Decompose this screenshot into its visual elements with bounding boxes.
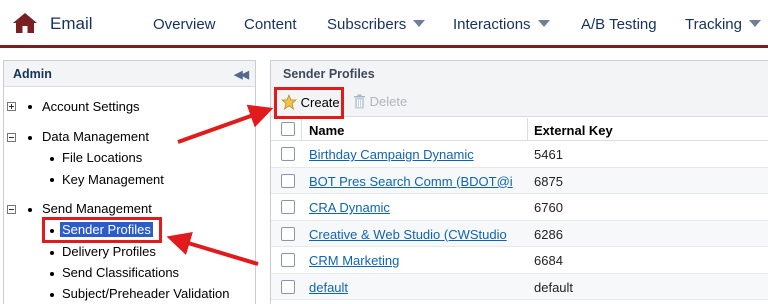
row-checkbox[interactable] bbox=[281, 173, 295, 188]
bullet-icon bbox=[50, 293, 54, 297]
tree-item-subject-preheader[interactable]: Subject/Preheader Validation bbox=[62, 286, 229, 301]
profile-name-link[interactable]: Birthday Campaign Dynamic bbox=[309, 147, 523, 162]
tree-item-file-locations[interactable]: File Locations bbox=[62, 150, 142, 165]
sender-profiles-panel: Sender Profiles Create Delete Name Exter… bbox=[270, 60, 768, 304]
bullet-icon bbox=[50, 157, 54, 161]
row-checkbox[interactable] bbox=[281, 279, 295, 294]
column-header-key[interactable]: External Key bbox=[534, 123, 613, 138]
table-row: Birthday Campaign Dynamic 5461 bbox=[271, 141, 768, 168]
nav-overview[interactable]: Overview bbox=[153, 16, 216, 33]
nav-label: Subscribers bbox=[327, 16, 407, 33]
profile-key: 5461 bbox=[534, 147, 563, 162]
page-title: Sender Profiles bbox=[283, 67, 375, 81]
nav-interactions[interactable]: Interactions bbox=[453, 16, 550, 33]
nav-label: Content bbox=[244, 16, 297, 33]
nav-label: A/B Testing bbox=[581, 16, 657, 33]
tree-item-send-management[interactable]: Send Management bbox=[42, 201, 152, 216]
profiles-table: Name External Key Birthday Campaign Dyna… bbox=[271, 118, 768, 300]
tree-item-data-management[interactable]: Data Management bbox=[42, 129, 149, 144]
profile-name-link[interactable]: CRA Dynamic bbox=[309, 200, 523, 215]
home-icon[interactable] bbox=[12, 12, 38, 34]
nav-label: Interactions bbox=[453, 16, 531, 33]
row-checkbox[interactable] bbox=[281, 226, 295, 241]
table-row: CRA Dynamic 6760 bbox=[271, 194, 768, 221]
table-row: default default bbox=[271, 273, 768, 300]
toolbar: Create Delete bbox=[271, 87, 768, 117]
delete-button[interactable]: Delete bbox=[353, 94, 407, 109]
nav-tracking[interactable]: Tracking bbox=[685, 16, 761, 33]
annotation-box-create bbox=[274, 87, 344, 119]
profile-name-link[interactable]: CRM Marketing bbox=[309, 253, 523, 268]
nav-label: Overview bbox=[153, 16, 216, 33]
chevron-down-icon bbox=[413, 20, 426, 27]
row-checkbox[interactable] bbox=[281, 200, 295, 214]
table-header: Name External Key bbox=[271, 118, 768, 141]
bullet-icon bbox=[50, 272, 54, 276]
table-row: BOT Pres Search Comm (BDOT@i 6875 bbox=[271, 167, 768, 194]
profile-key: default bbox=[534, 279, 574, 295]
tree-item-key-management[interactable]: Key Management bbox=[62, 172, 164, 187]
admin-panel-title: Admin bbox=[13, 67, 52, 81]
select-all-checkbox[interactable] bbox=[281, 122, 295, 136]
nav-label: Tracking bbox=[685, 16, 742, 33]
main-panel-header: Sender Profiles bbox=[271, 61, 768, 87]
nav-subscribers[interactable]: Subscribers bbox=[327, 16, 426, 33]
row-checkbox[interactable] bbox=[281, 147, 295, 161]
table-row: Creative & Web Studio (CWStudio 6286 bbox=[271, 220, 768, 247]
tree-item-send-classifications[interactable]: Send Classifications bbox=[62, 265, 179, 280]
bullet-icon bbox=[28, 105, 32, 109]
chevron-down-icon bbox=[537, 20, 550, 27]
tree-item-delivery-profiles[interactable]: Delivery Profiles bbox=[62, 244, 156, 259]
bullet-icon bbox=[50, 251, 54, 255]
nav-ab-testing[interactable]: A/B Testing bbox=[581, 16, 657, 33]
column-divider bbox=[527, 118, 528, 141]
bullet-icon bbox=[28, 208, 32, 212]
column-header-name[interactable]: Name bbox=[309, 123, 344, 138]
chevron-down-icon bbox=[748, 20, 761, 27]
column-divider bbox=[301, 118, 302, 141]
table-row: CRM Marketing 6684 bbox=[271, 247, 768, 274]
collapse-tree-icon[interactable] bbox=[7, 205, 16, 214]
expand-icon[interactable] bbox=[7, 102, 16, 111]
row-checkbox[interactable] bbox=[281, 253, 295, 267]
bullet-icon bbox=[50, 178, 54, 182]
profile-name-link[interactable]: default bbox=[309, 280, 523, 295]
profile-key: 6286 bbox=[534, 226, 563, 242]
nav-content[interactable]: Content bbox=[244, 16, 297, 33]
annotation-box-sender-profiles bbox=[42, 217, 162, 243]
app-title[interactable]: Email bbox=[50, 14, 93, 34]
trash-icon bbox=[354, 94, 365, 109]
profile-name-link[interactable]: BOT Pres Search Comm (BDOT@i bbox=[309, 174, 523, 189]
profile-key: 6760 bbox=[534, 200, 563, 215]
delete-label: Delete bbox=[369, 94, 408, 109]
profile-name-link[interactable]: Creative & Web Studio (CWStudio bbox=[309, 227, 523, 242]
tree-item-account-settings[interactable]: Account Settings bbox=[42, 99, 140, 114]
profile-key: 6875 bbox=[534, 173, 563, 189]
collapse-icon[interactable]: ◀◀ bbox=[234, 68, 249, 81]
collapse-tree-icon[interactable] bbox=[7, 133, 16, 142]
admin-panel-header: Admin ◀◀ bbox=[4, 61, 255, 87]
bullet-icon bbox=[28, 136, 32, 140]
profile-key: 6684 bbox=[534, 253, 563, 268]
top-nav: Email Overview Content Subscribers Inter… bbox=[0, 0, 768, 48]
